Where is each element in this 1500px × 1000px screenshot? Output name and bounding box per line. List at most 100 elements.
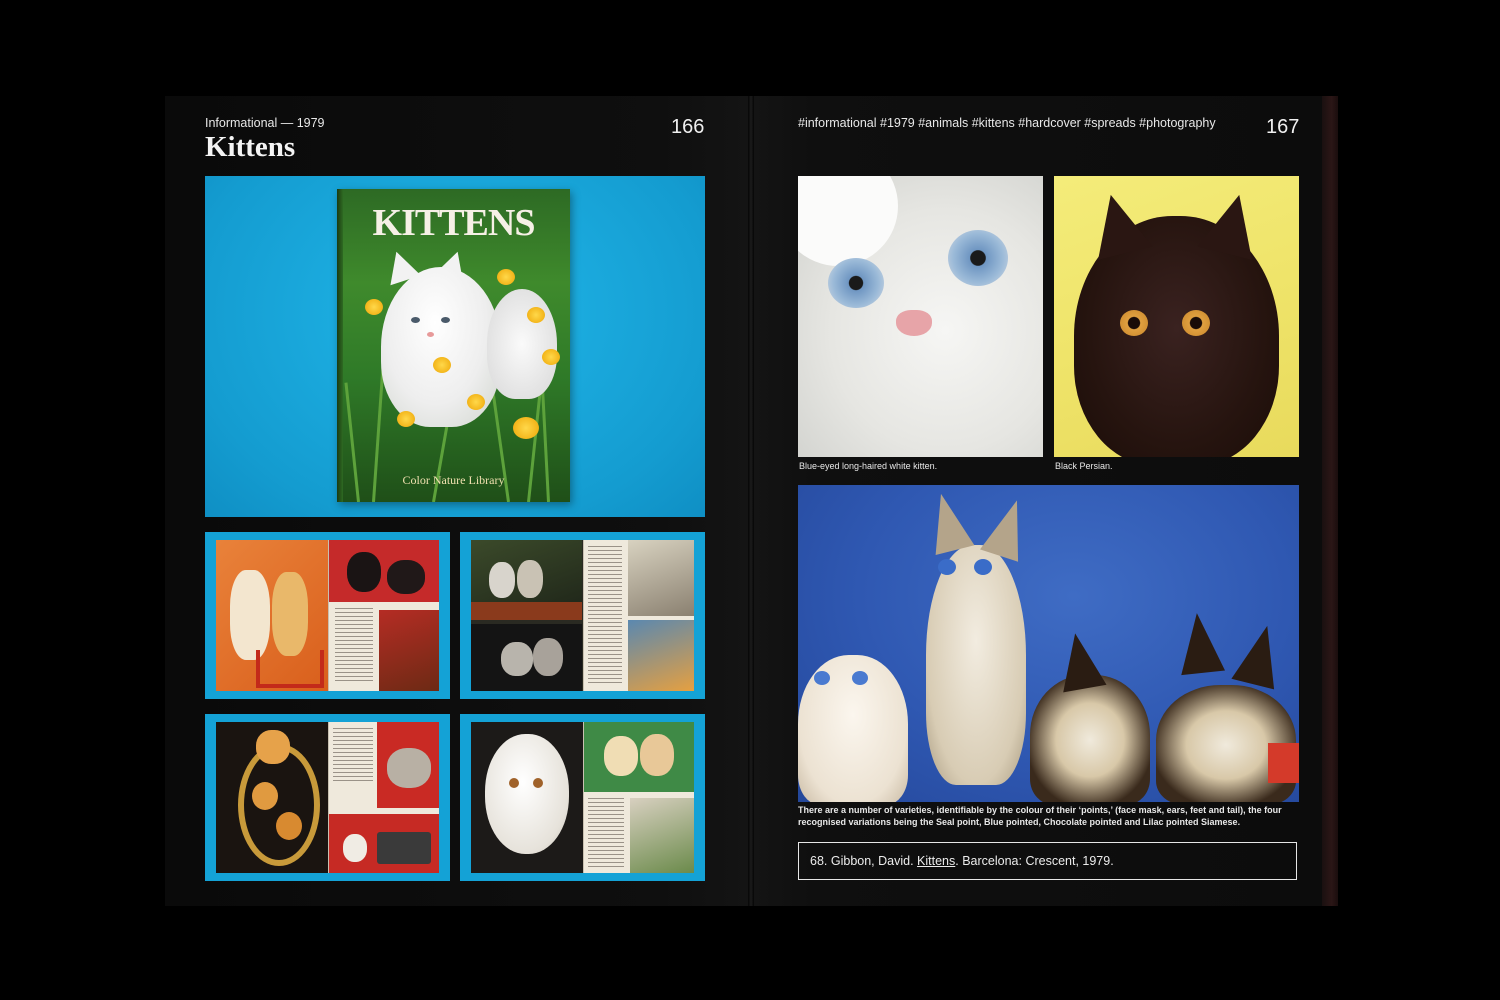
citation-book-title: Kittens xyxy=(917,854,956,868)
flower-icon xyxy=(542,349,560,365)
blue-eye xyxy=(948,230,1008,286)
kitten-shape xyxy=(342,834,367,862)
seal-point-kitten xyxy=(1030,675,1150,802)
cover-photo-panel: KITTENS Color Nature Library xyxy=(205,176,705,517)
kitten-ear xyxy=(1053,629,1107,693)
typewriter xyxy=(376,832,431,864)
kitten-shape xyxy=(272,572,308,656)
page-number-left: 166 xyxy=(671,116,705,138)
blue-eye xyxy=(974,559,992,575)
kitten-ear xyxy=(980,494,1036,562)
book-cover-subtitle: Color Nature Library xyxy=(402,473,505,487)
red-object xyxy=(1268,743,1299,783)
kitten-shape xyxy=(386,748,431,788)
page-edge xyxy=(1322,96,1338,906)
kittens-photo xyxy=(471,540,582,620)
blue-eye xyxy=(938,559,956,575)
blue-eye xyxy=(828,258,884,308)
spread-thumbnail xyxy=(460,714,705,881)
black-persian-caption: Black Persian. xyxy=(1055,461,1113,471)
kitten-ear xyxy=(921,489,975,555)
text-column xyxy=(587,798,624,868)
flower-icon xyxy=(513,417,539,439)
red-photo xyxy=(376,722,439,808)
citation-author: Gibbon, David. xyxy=(830,854,918,868)
flower-icon xyxy=(497,269,515,285)
kittens-pot-photo xyxy=(629,798,694,873)
flower-icon xyxy=(365,299,383,315)
citation-box: 68. Gibbon, David. Kittens. Barcelona: C… xyxy=(798,842,1297,880)
book-gutter xyxy=(748,96,754,906)
dark-photo xyxy=(471,624,582,691)
kitten-shape xyxy=(489,562,515,598)
flower-icon xyxy=(467,394,485,410)
ginger-kitten xyxy=(252,782,278,810)
white-kitten-caption: Blue-eyed long-haired white kitten. xyxy=(799,461,938,471)
amber-eye xyxy=(1120,310,1148,336)
spread-thumbnail xyxy=(460,532,705,699)
siamese-kitten xyxy=(926,545,1026,785)
spread-thumbnail xyxy=(205,714,450,881)
black-kitten xyxy=(346,552,381,592)
spread-right-page xyxy=(327,540,439,691)
spread-thumbnail xyxy=(205,532,450,699)
blue-eye xyxy=(852,671,868,685)
tag-list: #informational #1979 #animals #kittens #… xyxy=(798,116,1216,130)
kitten-nose xyxy=(427,332,434,337)
kitten-eye xyxy=(411,317,420,323)
siamese-kittens-photo xyxy=(798,485,1299,802)
amber-eye xyxy=(1182,310,1210,336)
second-kitten xyxy=(487,289,557,399)
citation-publisher: . Barcelona: Crescent, 1979. xyxy=(955,854,1114,868)
kitten-shape xyxy=(533,638,563,676)
white-kitten-photo xyxy=(798,176,1043,457)
spread-image xyxy=(216,540,439,691)
spread-image xyxy=(471,722,694,873)
text-column xyxy=(587,546,622,686)
kitten-eye xyxy=(441,317,450,323)
kitten-shape xyxy=(603,736,638,776)
kitten-shape xyxy=(230,570,270,660)
flower-icon xyxy=(433,357,451,373)
spread-left-photo xyxy=(216,722,328,873)
spread-right-page xyxy=(327,722,439,873)
flower-icon xyxy=(397,411,415,427)
spread-image xyxy=(216,722,439,873)
kitten-shape xyxy=(639,734,674,776)
flower-icon xyxy=(527,307,545,323)
siamese-caption: There are a number of varieties, identif… xyxy=(798,805,1282,827)
kitten-ear xyxy=(1231,620,1289,690)
spread-left-photo xyxy=(471,540,583,691)
spread-left-photo xyxy=(216,540,328,691)
citation-number: 68. xyxy=(810,854,828,868)
book-cover-title: KITTENS xyxy=(372,202,536,244)
ginger-kitten xyxy=(276,812,302,840)
spread-right-page xyxy=(582,540,694,691)
spread-image xyxy=(471,540,694,691)
page-number-right: 167 xyxy=(1266,116,1300,138)
book-spread: Informational — 1979 Kittens 166 KITTENS… xyxy=(0,0,1500,1000)
blue-eye xyxy=(814,671,830,685)
fur-highlight xyxy=(798,176,898,266)
text-column xyxy=(332,728,373,784)
tabby-photo xyxy=(627,540,694,616)
kitten-eye xyxy=(509,778,519,788)
kitten-shape xyxy=(517,560,543,598)
kitten-ear xyxy=(1174,610,1226,676)
category-kicker: Informational — 1979 xyxy=(205,116,325,130)
log xyxy=(471,602,582,620)
black-kitten xyxy=(386,560,425,594)
white-persian-kitten xyxy=(485,734,569,854)
black-persian-photo xyxy=(1054,176,1299,457)
kitten-shape xyxy=(501,642,533,676)
typewriter-photo xyxy=(328,814,439,873)
green-photo xyxy=(583,722,694,792)
kitten-nose xyxy=(896,310,932,336)
red-photo xyxy=(328,540,439,602)
ginger-photo xyxy=(627,620,694,691)
kitten-ear xyxy=(1197,188,1267,260)
teddy-photo xyxy=(378,610,439,691)
ginger-kitten xyxy=(256,730,290,764)
spread-left-photo xyxy=(471,722,583,873)
rocking-chair xyxy=(256,650,324,688)
